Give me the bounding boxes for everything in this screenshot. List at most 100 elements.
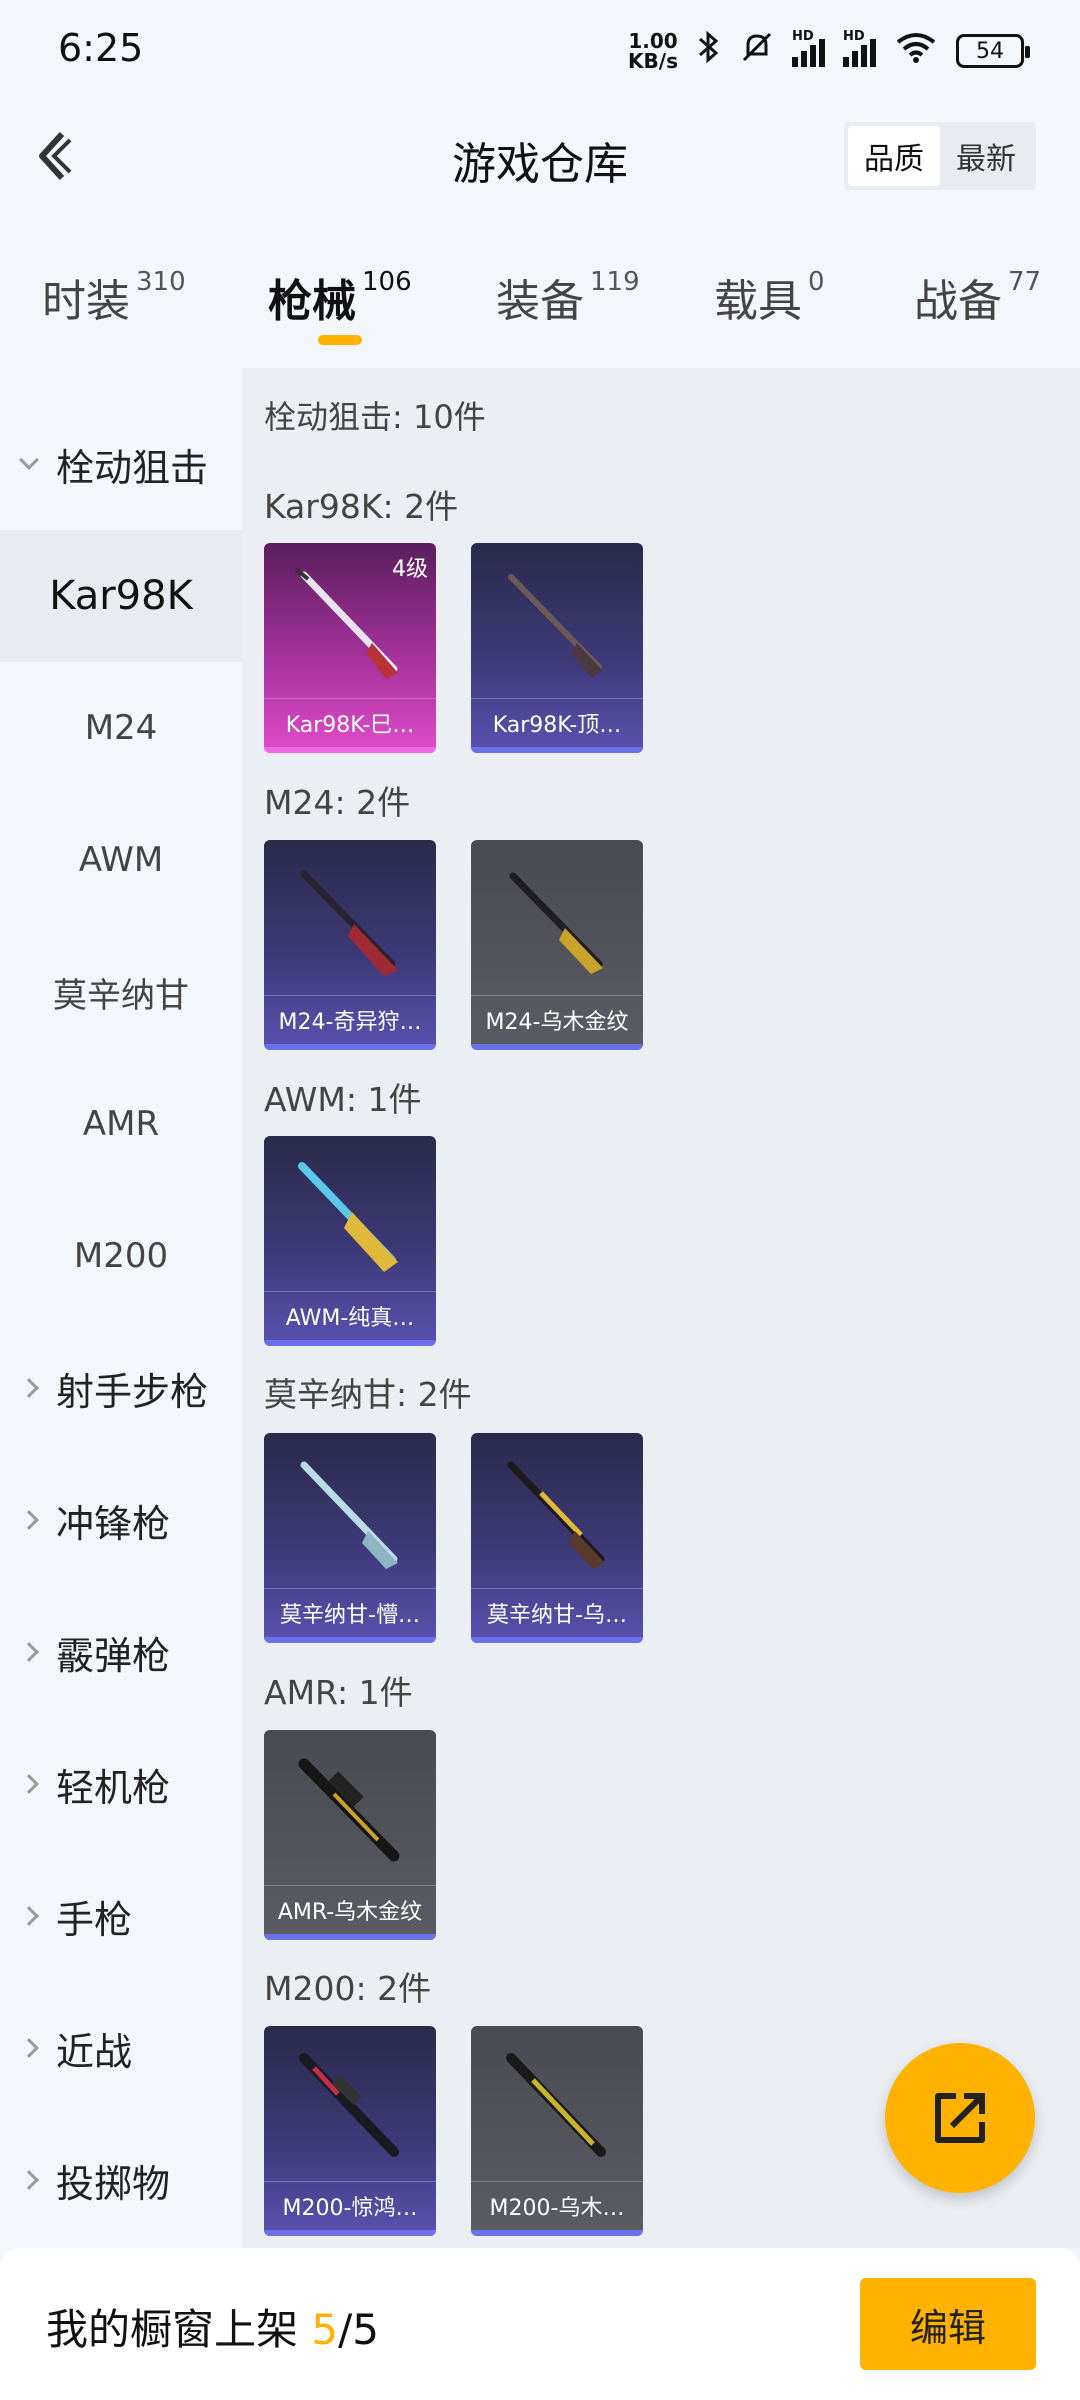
- group-label-amr: AMR: 1件: [264, 1673, 413, 1712]
- chevron-right-icon: [19, 1774, 39, 1794]
- sidebar-category-label: 射手步枪: [56, 1369, 209, 1414]
- weapon-card[interactable]: AMR-乌木金纹: [264, 1730, 436, 1940]
- showcase-status: 我的橱窗上架 5/5: [46, 2296, 379, 2357]
- showcase-label: 我的橱窗上架: [46, 2305, 299, 2354]
- weapon-card-name: M200-乌木…: [489, 2196, 625, 2221]
- net-speed-unit: KB/s: [628, 49, 678, 73]
- sidebar-category-smg[interactable]: 冲锋枪: [0, 1454, 242, 1586]
- sidebar-category-lmg[interactable]: 轻机枪: [0, 1718, 242, 1850]
- weapon-list: 栓动狙击: 10件 Kar98K: 2件 4级 Kar98K-巳… Kar98K…: [242, 368, 1080, 2248]
- share-external-icon: [935, 2093, 985, 2143]
- weapon-card[interactable]: 莫辛纳甘-懵…: [264, 1433, 436, 1643]
- card-divider: [471, 995, 643, 996]
- tab-supplies-label: 战备: [914, 276, 1002, 327]
- weapon-card-name: AWM-纯真…: [285, 1306, 415, 1331]
- group-label-awm: AWM: 1件: [264, 1080, 422, 1119]
- weapon-card-name: M200-惊鸿…: [282, 2196, 418, 2221]
- showcase-bar: 我的橱窗上架 5/5 编辑: [0, 2248, 1080, 2400]
- chevron-right-icon: [19, 1906, 39, 1926]
- rifle-icon: [298, 1162, 398, 1272]
- sidebar-item-label: M200: [73, 1236, 169, 1276]
- weapon-category-sidebar: 栓动狙击 Kar98K M24 AWM 莫辛纳甘 AMR M200 射手步枪 冲…: [0, 368, 242, 2248]
- weapon-card[interactable]: M24-奇异狩…: [264, 840, 436, 1050]
- tab-supplies-count: 77: [1008, 267, 1042, 297]
- tab-supplies[interactable]: 战备 77: [914, 265, 1041, 329]
- sidebar-category-bolt-sniper[interactable]: 栓动狙击: [0, 398, 242, 530]
- net-speed: 1.00 KB/s: [628, 31, 678, 71]
- sidebar-category-label: 轻机枪: [56, 1765, 171, 1810]
- sidebar-item-label: AMR: [82, 1104, 160, 1144]
- card-divider: [471, 698, 643, 699]
- showcase-current-count: 5: [311, 2305, 339, 2354]
- category-count-title: 栓动狙击: 10件: [264, 398, 486, 436]
- chevron-right-icon: [19, 2038, 39, 2058]
- sidebar-category-dmr[interactable]: 射手步枪: [0, 1322, 242, 1454]
- weapon-card[interactable]: 4级 Kar98K-巳…: [264, 543, 436, 753]
- edit-button[interactable]: 编辑: [860, 2278, 1036, 2370]
- weapon-card-name: Kar98K-巳…: [285, 713, 415, 738]
- battery-level: 54: [976, 38, 1004, 64]
- weapon-card-name: Kar98K-顶…: [492, 713, 622, 738]
- sidebar-category-pistol[interactable]: 手枪: [0, 1850, 242, 1982]
- tab-equipment-count: 119: [590, 267, 640, 297]
- tab-fashion-count: 310: [136, 267, 186, 297]
- level-badge: 4级: [392, 557, 428, 582]
- card-divider: [264, 1588, 436, 1589]
- tab-weapons[interactable]: 枪械 106: [268, 265, 412, 329]
- sidebar-item-label: AWM: [78, 840, 164, 880]
- category-tabs: 时装 310 枪械 106 装备 119 载具 0 战备 77: [0, 235, 1080, 365]
- sidebar-item-mosin[interactable]: 莫辛纳甘: [0, 926, 242, 1058]
- sort-quality-button[interactable]: 品质: [848, 126, 940, 186]
- weapon-card[interactable]: 莫辛纳甘-乌…: [471, 1433, 643, 1643]
- weapon-card[interactable]: M200-乌木…: [471, 2026, 643, 2236]
- sidebar-item-m200[interactable]: M200: [0, 1190, 242, 1322]
- weapon-card[interactable]: Kar98K-顶…: [471, 543, 643, 753]
- tab-equipment[interactable]: 装备 119: [496, 265, 640, 329]
- status-icons: 1.00 KB/s HD HD 54: [628, 29, 1030, 72]
- sidebar-category-label: 霰弹枪: [56, 1633, 171, 1678]
- group-label-mosin: 莫辛纳甘: 2件: [264, 1375, 472, 1414]
- signal-1-icon: HD: [792, 29, 825, 67]
- status-bar: 6:25 1.00 KB/s HD HD 54: [0, 0, 1080, 100]
- sort-toggle: 品质 最新: [844, 122, 1036, 190]
- quality-bar: [471, 1637, 643, 1643]
- sidebar-category-melee[interactable]: 近战: [0, 1982, 242, 2114]
- sidebar-item-m24[interactable]: M24: [0, 662, 242, 794]
- quality-bar: [264, 1340, 436, 1346]
- rifle-icon: [299, 2053, 399, 2157]
- share-button[interactable]: [885, 2043, 1035, 2193]
- rifle-icon: [507, 1461, 605, 1569]
- mute-bell-icon: [740, 30, 774, 72]
- quality-bar: [471, 2230, 643, 2236]
- signal-1-tag: HD: [792, 29, 814, 44]
- sort-latest-button[interactable]: 最新: [940, 126, 1032, 186]
- weapon-card[interactable]: M24-乌木金纹: [471, 840, 643, 1050]
- tab-vehicles[interactable]: 载具 0: [714, 265, 825, 329]
- card-divider: [264, 698, 436, 699]
- tab-weapons-label: 枪械: [268, 276, 356, 327]
- card-divider: [471, 1588, 643, 1589]
- tab-vehicles-count: 0: [808, 267, 825, 297]
- status-time: 6:25: [58, 26, 144, 70]
- sidebar-category-throwable[interactable]: 投掷物: [0, 2114, 242, 2246]
- showcase-total-count: /5: [338, 2305, 379, 2354]
- sidebar-category-label: 冲锋枪: [56, 1501, 171, 1546]
- weapon-card[interactable]: AWM-纯真…: [264, 1136, 436, 1346]
- weapon-card-name: 莫辛纳甘-乌…: [487, 1603, 627, 1628]
- sidebar-category-shotgun[interactable]: 霰弹枪: [0, 1586, 242, 1718]
- weapon-card[interactable]: M200-惊鸿…: [264, 2026, 436, 2236]
- sidebar-item-awm[interactable]: AWM: [0, 794, 242, 926]
- sidebar-item-kar98k[interactable]: Kar98K: [0, 530, 242, 662]
- sidebar-item-amr[interactable]: AMR: [0, 1058, 242, 1190]
- group-label-m200: M200: 2件: [264, 1969, 432, 2008]
- weapon-card-name: M24-奇异狩…: [278, 1010, 422, 1035]
- sidebar-item-label: Kar98K: [49, 573, 193, 619]
- card-divider: [264, 1291, 436, 1292]
- app-header: 游戏仓库 品质 最新: [0, 100, 1080, 215]
- group-label-kar98k: Kar98K: 2件: [264, 487, 459, 526]
- signal-2-icon: HD: [843, 29, 876, 67]
- sidebar-category-label: 手枪: [56, 1897, 133, 1942]
- quality-bar: [264, 747, 436, 753]
- tab-fashion[interactable]: 时装 310: [42, 265, 186, 329]
- tab-weapons-count: 106: [362, 267, 412, 297]
